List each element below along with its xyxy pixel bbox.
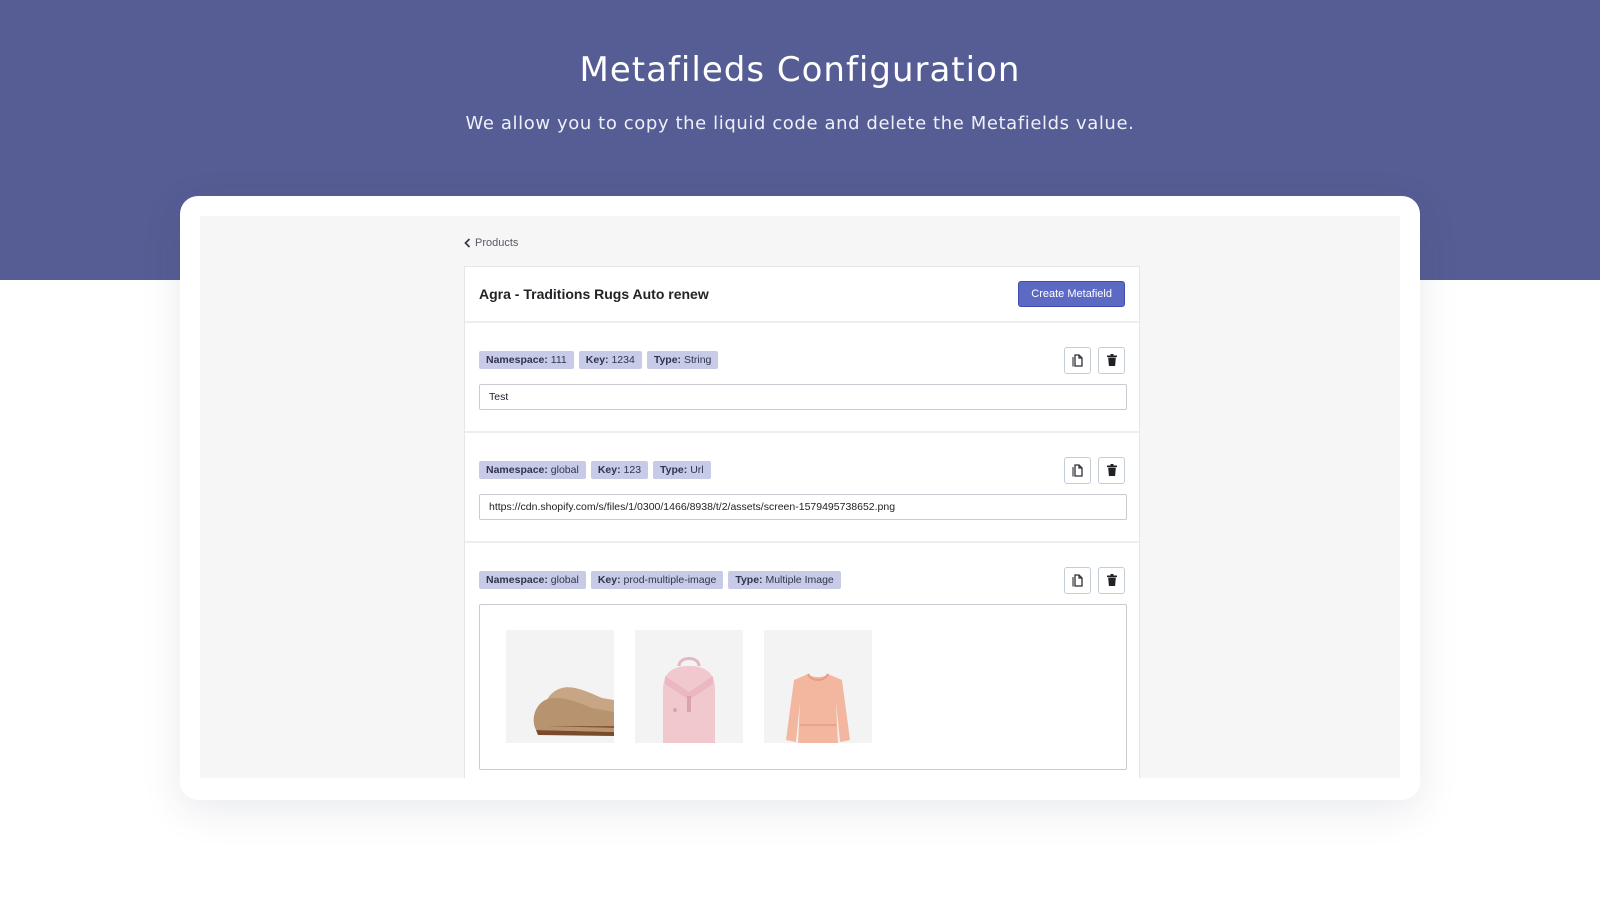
hero-title: Metafileds Configuration [579,50,1021,90]
copy-icon [1072,353,1083,367]
metafield-tags: Namespace: global Key: prod-multiple-ima… [479,571,841,589]
namespace-tag: Namespace: global [479,571,586,589]
metafields-card: Agra - Traditions Rugs Auto renew Create… [464,266,1140,778]
metafield-item: Namespace: global Key: prod-multiple-ima… [465,563,1139,778]
key-tag: Key: 123 [590,461,649,479]
image-gallery [479,604,1127,770]
copy-liquid-button[interactable] [1064,346,1091,374]
create-metafield-button[interactable]: Create Metafield [1018,281,1125,307]
metafield-tags: Namespace: global Key: 123 Type: Url [479,461,711,479]
metafield-item: Namespace: global Key: 123 Type: Url htt… [465,453,1139,543]
backpack-image [663,657,715,743]
type-tag: Type: Url [653,461,711,479]
key-tag: Key: 1234 [578,351,642,369]
screenshot-frame: Products Agra - Traditions Rugs Auto ren… [180,196,1420,800]
product-image-backpack[interactable] [635,630,743,743]
chevron-left-icon [464,238,471,248]
type-tag: Type: Multiple Image [728,571,841,589]
key-tag: Key: prod-multiple-image [590,571,724,589]
shoes-image [533,687,614,736]
app-canvas: Products Agra - Traditions Rugs Auto ren… [200,216,1400,778]
delete-metafield-button[interactable] [1098,346,1125,374]
breadcrumb-label: Products [475,237,519,249]
type-tag: Type: String [646,351,719,369]
metafield-value-input[interactable]: Test [479,384,1127,410]
delete-metafield-button[interactable] [1098,566,1125,594]
card-header: Agra - Traditions Rugs Auto renew Create… [465,267,1139,323]
trash-icon [1106,354,1117,366]
metafield-item: Namespace: 111 Key: 1234 Type: String Te… [465,343,1139,433]
breadcrumb-back-link[interactable]: Products [464,237,518,249]
copy-liquid-button[interactable] [1064,566,1091,594]
trash-icon [1106,574,1117,586]
product-title: Agra - Traditions Rugs Auto renew [479,286,709,302]
namespace-tag: Namespace: global [479,461,586,479]
product-image-blouse[interactable] [764,630,872,743]
namespace-tag: Namespace: 111 [479,351,574,369]
copy-liquid-button[interactable] [1064,456,1091,484]
copy-icon [1072,463,1083,477]
blouse-image [786,673,850,743]
metafield-tags: Namespace: 111 Key: 1234 Type: String [479,351,719,369]
hero-subtitle: We allow you to copy the liquid code and… [465,113,1135,134]
metafield-value-input[interactable]: https://cdn.shopify.com/s/files/1/0300/1… [479,494,1127,520]
delete-metafield-button[interactable] [1098,456,1125,484]
copy-icon [1072,573,1083,587]
trash-icon [1106,464,1117,476]
product-image-shoes[interactable] [506,630,614,743]
